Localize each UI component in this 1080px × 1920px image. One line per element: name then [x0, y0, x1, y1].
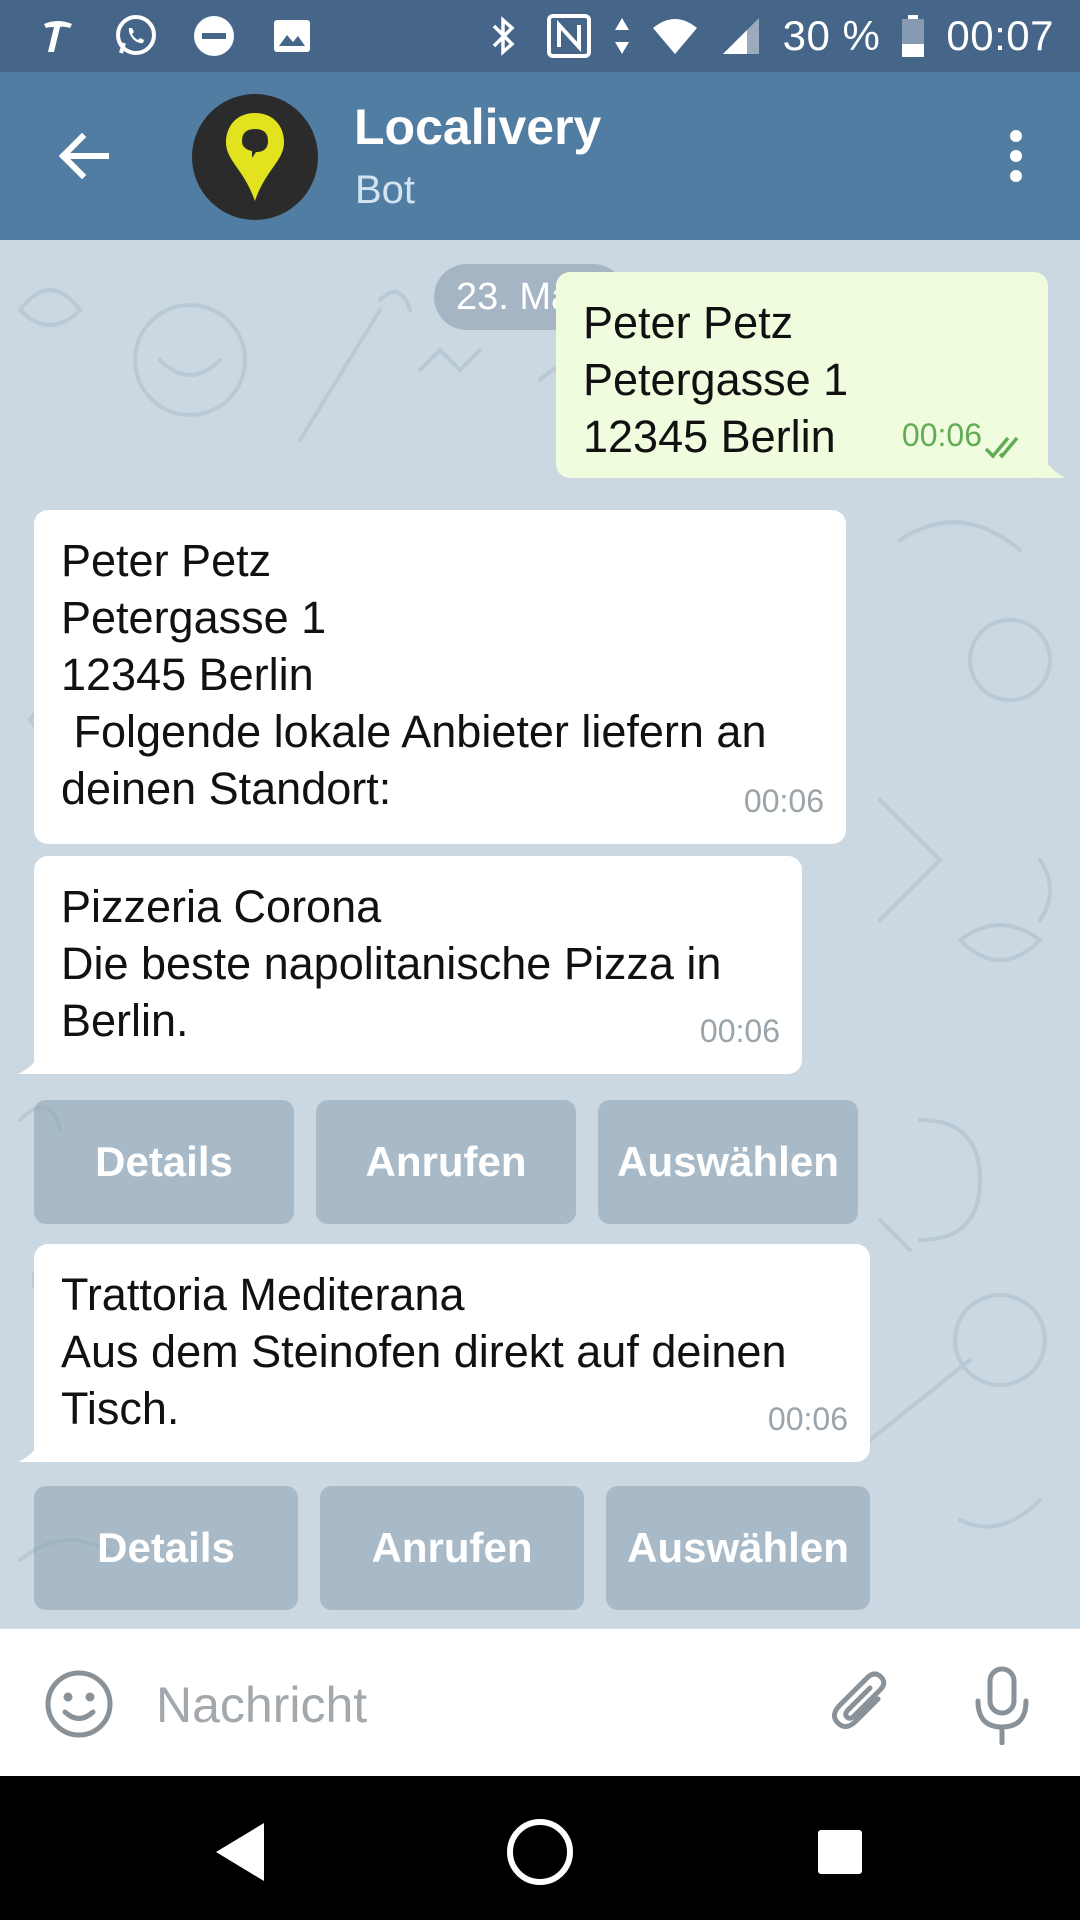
incoming-message[interactable]: Trattoria Mediterana Aus dem Steinofen d…	[34, 1244, 870, 1462]
battery-percent: 30 %	[782, 12, 881, 59]
bluetooth-icon	[479, 12, 527, 60]
emoji-icon[interactable]	[44, 1669, 114, 1739]
select-button[interactable]: Auswählen	[606, 1486, 870, 1610]
recents-square-icon	[818, 1830, 862, 1874]
outgoing-message[interactable]: Peter Petz Petergasse 1 12345 Berlin 00:…	[556, 272, 1048, 478]
message-time: 00:06	[743, 783, 824, 819]
nfc-icon	[545, 12, 593, 60]
taptalk-t-icon	[34, 12, 82, 60]
back-button[interactable]	[48, 120, 120, 192]
message-input[interactable]	[156, 1665, 796, 1745]
details-button[interactable]: Details	[34, 1100, 294, 1224]
more-options-button[interactable]	[980, 120, 1052, 192]
chat-header: Localivery Bot	[0, 72, 1080, 240]
battery-icon	[898, 12, 928, 60]
whatsapp-icon	[112, 12, 160, 60]
map-pin-icon	[226, 113, 284, 201]
message-composer	[0, 1628, 1080, 1776]
status-system: 30 % 00:07	[479, 12, 1054, 60]
message-text: Trattoria Mediterana Aus dem Steinofen d…	[61, 1269, 787, 1434]
paperclip-icon[interactable]	[826, 1669, 898, 1741]
data-arrows-icon	[611, 12, 633, 60]
message-time: 00:06	[699, 1013, 780, 1049]
call-button[interactable]: Anrufen	[316, 1100, 576, 1224]
call-button[interactable]: Anrufen	[320, 1486, 584, 1610]
arrow-left-icon	[58, 133, 109, 179]
nav-recents-button[interactable]	[800, 1812, 880, 1892]
nav-home-button[interactable]	[500, 1812, 580, 1892]
do-not-disturb-icon	[190, 12, 238, 60]
message-list[interactable]: 23. März Peter Petz Petergasse 1 12345 B…	[0, 240, 1080, 1628]
message-time: 00:06	[901, 417, 982, 453]
details-button[interactable]: Details	[34, 1486, 298, 1610]
bubble-tail	[18, 1044, 46, 1074]
wifi-icon	[651, 12, 699, 60]
incoming-message[interactable]: Pizzeria Corona Die beste napolitanische…	[34, 856, 802, 1074]
nav-back-button[interactable]	[200, 1812, 280, 1892]
double-check-icon	[984, 436, 1019, 459]
message-text: Peter Petz Petergasse 1 12345 Berlin Fol…	[61, 535, 767, 814]
avatar[interactable]	[192, 94, 318, 220]
message-text: Pizzeria Corona Die beste napolitanische…	[61, 881, 722, 1046]
status-bar: 30 % 00:07	[0, 0, 1080, 72]
back-triangle-icon	[216, 1823, 264, 1881]
image-icon	[268, 12, 316, 60]
status-time: 00:07	[946, 12, 1054, 59]
microphone-icon[interactable]	[966, 1665, 1038, 1745]
more-vertical-icon	[1010, 130, 1022, 182]
chat-subtitle: Bot	[355, 168, 416, 212]
signal-icon	[717, 12, 765, 60]
bubble-tail	[18, 1432, 46, 1462]
status-notifications	[34, 12, 316, 60]
incoming-message[interactable]: Peter Petz Petergasse 1 12345 Berlin Fol…	[34, 510, 846, 844]
message-time: 00:06	[767, 1401, 848, 1437]
home-circle-icon	[507, 1819, 573, 1885]
bubble-tail	[1038, 448, 1066, 478]
select-button[interactable]: Auswählen	[598, 1100, 858, 1224]
system-navigation-bar	[0, 1776, 1080, 1920]
chat-title[interactable]: Localivery	[354, 98, 601, 156]
